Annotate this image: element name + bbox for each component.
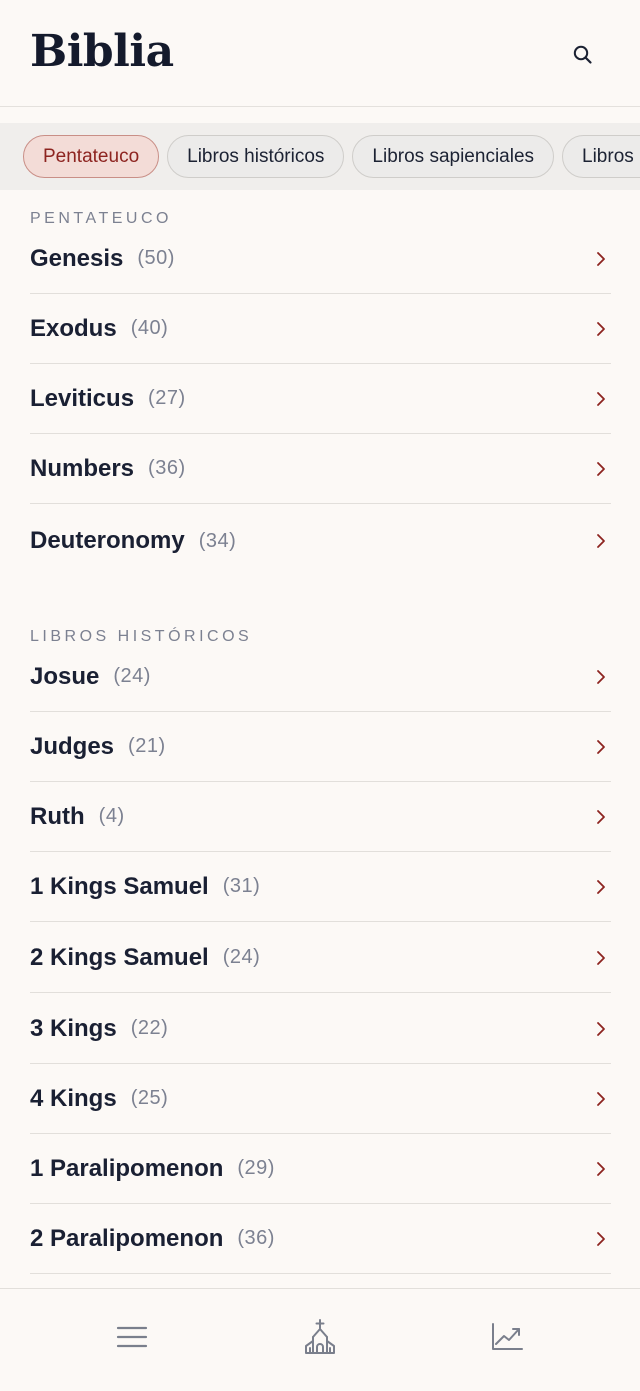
chevron-right-icon xyxy=(597,739,605,754)
book-name: 2 Paralipomenon xyxy=(30,1224,224,1252)
book-name: Leviticus xyxy=(30,384,135,412)
book-row-judges[interactable]: Judges (21) xyxy=(30,712,611,782)
chevron-right-icon xyxy=(597,461,605,476)
book-row-1-paralipomenon[interactable]: 1 Paralipomenon (29) xyxy=(30,1134,611,1204)
book-name: Josue xyxy=(30,662,100,690)
search-button[interactable] xyxy=(566,38,600,72)
chevron-right-icon xyxy=(597,879,605,894)
chevron-right-icon xyxy=(597,1161,605,1176)
book-list[interactable]: PENTATEUCO Genesis (50) Exodus (40) Levi… xyxy=(0,190,640,1288)
chevron-right-icon xyxy=(597,1231,605,1246)
chip-pentateuco[interactable]: Pentateuco xyxy=(23,135,160,178)
book-name: Exodus xyxy=(30,314,117,342)
nav-church-button[interactable] xyxy=(300,1317,340,1357)
chevron-right-icon xyxy=(597,534,605,548)
book-name: Deuteronomy xyxy=(30,527,185,554)
book-row-genesis[interactable]: Genesis (50) xyxy=(30,224,611,294)
book-row-exodus[interactable]: Exodus (40) xyxy=(30,294,611,364)
chevron-right-icon xyxy=(597,1021,605,1036)
book-name: 1 Paralipomenon xyxy=(30,1154,224,1182)
chip-libros-sapienciales[interactable]: Libros sapienciales xyxy=(352,135,555,178)
book-name: Genesis xyxy=(30,244,124,272)
chip-libros-historicos[interactable]: Libros históricos xyxy=(167,135,345,178)
app-header: Biblia xyxy=(0,0,640,107)
chapter-count: (29) xyxy=(237,1157,275,1179)
book-row-josue[interactable]: Josue (24) xyxy=(30,642,611,712)
chapter-count: (34) xyxy=(198,529,237,552)
chevron-right-icon xyxy=(597,321,605,336)
book-row-3-kings[interactable]: 3 Kings (22) xyxy=(30,994,611,1064)
book-name: Ruth xyxy=(30,802,85,830)
book-name: 1 Kings Samuel xyxy=(30,872,209,900)
bottom-nav xyxy=(0,1288,640,1391)
book-row-1-kings-samuel[interactable]: 1 Kings Samuel (31) xyxy=(30,852,611,922)
chapter-count: (50) xyxy=(137,247,175,269)
book-row-2-paralipomenon[interactable]: 2 Paralipomenon (36) xyxy=(30,1204,611,1274)
book-name: Judges xyxy=(30,732,115,760)
chevron-right-icon xyxy=(597,251,605,266)
book-row-leviticus[interactable]: Leviticus (27) xyxy=(30,364,611,434)
chapter-count: (21) xyxy=(128,735,166,757)
chevron-right-icon xyxy=(597,391,605,406)
category-chips-bar: Pentateuco Libros históricos Libros sapi… xyxy=(0,123,640,190)
chip-libros-profeticos[interactable]: Libros proféticos xyxy=(562,135,640,178)
book-row-ruth[interactable]: Ruth (4) xyxy=(30,782,611,852)
chevron-right-icon xyxy=(597,1091,605,1106)
nav-menu-button[interactable] xyxy=(112,1317,152,1357)
book-name: 3 Kings xyxy=(30,1014,117,1042)
nav-stats-button[interactable] xyxy=(487,1317,527,1357)
app-root: Biblia Pentateuco Libros históricos Libr… xyxy=(0,0,640,1391)
book-row-2-kings-samuel[interactable]: 2 Kings Samuel (24) xyxy=(30,923,611,993)
app-title: Biblia xyxy=(30,26,174,77)
book-name: 2 Kings Samuel xyxy=(30,943,209,971)
chevron-right-icon xyxy=(597,669,605,684)
chapter-count: (22) xyxy=(130,1017,169,1039)
chevron-right-icon xyxy=(597,950,605,965)
chart-icon xyxy=(492,1323,523,1350)
chapter-count: (24) xyxy=(113,665,151,687)
church-icon xyxy=(305,1319,335,1354)
chapter-count: (36) xyxy=(237,1227,275,1249)
chapter-count: (4) xyxy=(98,805,125,827)
book-name: 4 Kings xyxy=(30,1084,117,1112)
chapter-count: (25) xyxy=(130,1087,169,1109)
book-row-4-kings[interactable]: 4 Kings (25) xyxy=(30,1064,611,1134)
chapter-count: (31) xyxy=(222,875,261,897)
book-row-numbers[interactable]: Numbers (36) xyxy=(30,434,611,504)
chapter-count: (24) xyxy=(222,946,261,968)
chapter-count: (40) xyxy=(130,317,169,339)
chapter-count: (27) xyxy=(148,387,186,409)
category-chips: Pentateuco Libros históricos Libros sapi… xyxy=(23,135,640,178)
book-name: Numbers xyxy=(30,454,135,482)
search-icon xyxy=(573,45,592,64)
book-row-deuteronomy[interactable]: Deuteronomy (34) xyxy=(30,506,611,576)
menu-icon xyxy=(116,1326,148,1348)
chevron-right-icon xyxy=(597,809,605,824)
chapter-count: (36) xyxy=(148,457,186,479)
